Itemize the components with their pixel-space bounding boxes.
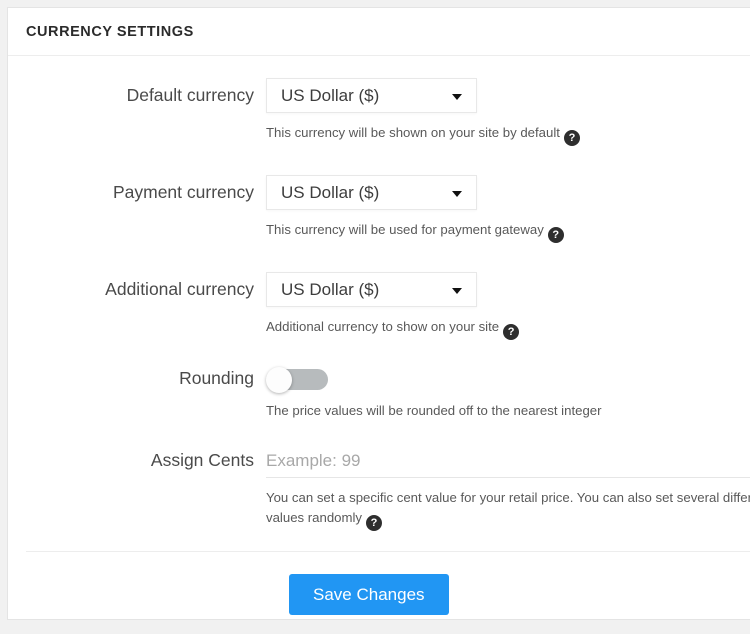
card-header: CURRENCY SETTINGS — [8, 8, 750, 56]
additional-currency-select[interactable]: US Dollar ($) — [266, 272, 477, 307]
field-row-payment-currency: Payment currency US Dollar ($) This curr… — [8, 175, 750, 243]
save-changes-button[interactable]: Save Changes — [289, 574, 449, 615]
assign-cents-label: Assign Cents — [8, 447, 266, 471]
additional-currency-label: Additional currency — [8, 272, 266, 300]
payment-currency-label: Payment currency — [8, 175, 266, 203]
field-row-additional-currency: Additional currency US Dollar ($) Additi… — [8, 272, 750, 340]
page-title: CURRENCY SETTINGS — [26, 24, 194, 40]
rounding-control: The price values will be rounded off to … — [266, 367, 750, 421]
question-mark-icon[interactable]: ? — [564, 130, 580, 146]
rounding-help: The price values will be rounded off to … — [266, 401, 750, 421]
assign-cents-control: You can set a specific cent value for yo… — [266, 447, 750, 531]
question-mark-icon[interactable]: ? — [503, 324, 519, 340]
chevron-down-icon — [452, 191, 462, 197]
rounding-label: Rounding — [8, 367, 266, 389]
payment-currency-help-text: This currency will be used for payment g… — [266, 222, 544, 237]
chevron-down-icon — [452, 288, 462, 294]
additional-currency-control: US Dollar ($) Additional currency to sho… — [266, 272, 750, 340]
assign-cents-input[interactable] — [266, 447, 750, 478]
default-currency-label: Default currency — [8, 78, 266, 106]
field-row-rounding: Rounding The price values will be rounde… — [8, 367, 750, 421]
payment-currency-control: US Dollar ($) This currency will be used… — [266, 175, 750, 243]
field-row-default-currency: Default currency US Dollar ($) This curr… — [8, 78, 750, 146]
field-row-assign-cents: Assign Cents You can set a specific cent… — [8, 447, 750, 531]
default-currency-help-text: This currency will be shown on your site… — [266, 125, 560, 140]
additional-currency-help-text: Additional currency to show on your site — [266, 319, 499, 334]
additional-currency-help: Additional currency to show on your site… — [266, 317, 750, 340]
card-body: Default currency US Dollar ($) This curr… — [8, 56, 750, 615]
question-mark-icon[interactable]: ? — [366, 515, 382, 531]
default-currency-selected-value: US Dollar ($) — [281, 79, 379, 112]
rounding-toggle[interactable] — [266, 367, 328, 391]
payment-currency-select[interactable]: US Dollar ($) — [266, 175, 477, 210]
assign-cents-help-text: You can set a specific cent value for yo… — [266, 490, 750, 525]
payment-currency-help: This currency will be used for payment g… — [266, 220, 750, 243]
chevron-down-icon — [452, 94, 462, 100]
additional-currency-selected-value: US Dollar ($) — [281, 273, 379, 306]
rounding-toggle-knob[interactable] — [266, 367, 292, 393]
card-footer: Save Changes — [8, 552, 750, 615]
default-currency-control: US Dollar ($) This currency will be show… — [266, 78, 750, 146]
assign-cents-help: You can set a specific cent value for yo… — [266, 488, 750, 531]
question-mark-icon[interactable]: ? — [548, 227, 564, 243]
default-currency-help: This currency will be shown on your site… — [266, 123, 750, 146]
payment-currency-selected-value: US Dollar ($) — [281, 176, 379, 209]
default-currency-select[interactable]: US Dollar ($) — [266, 78, 477, 113]
currency-settings-card: CURRENCY SETTINGS Default currency US Do… — [7, 7, 750, 620]
